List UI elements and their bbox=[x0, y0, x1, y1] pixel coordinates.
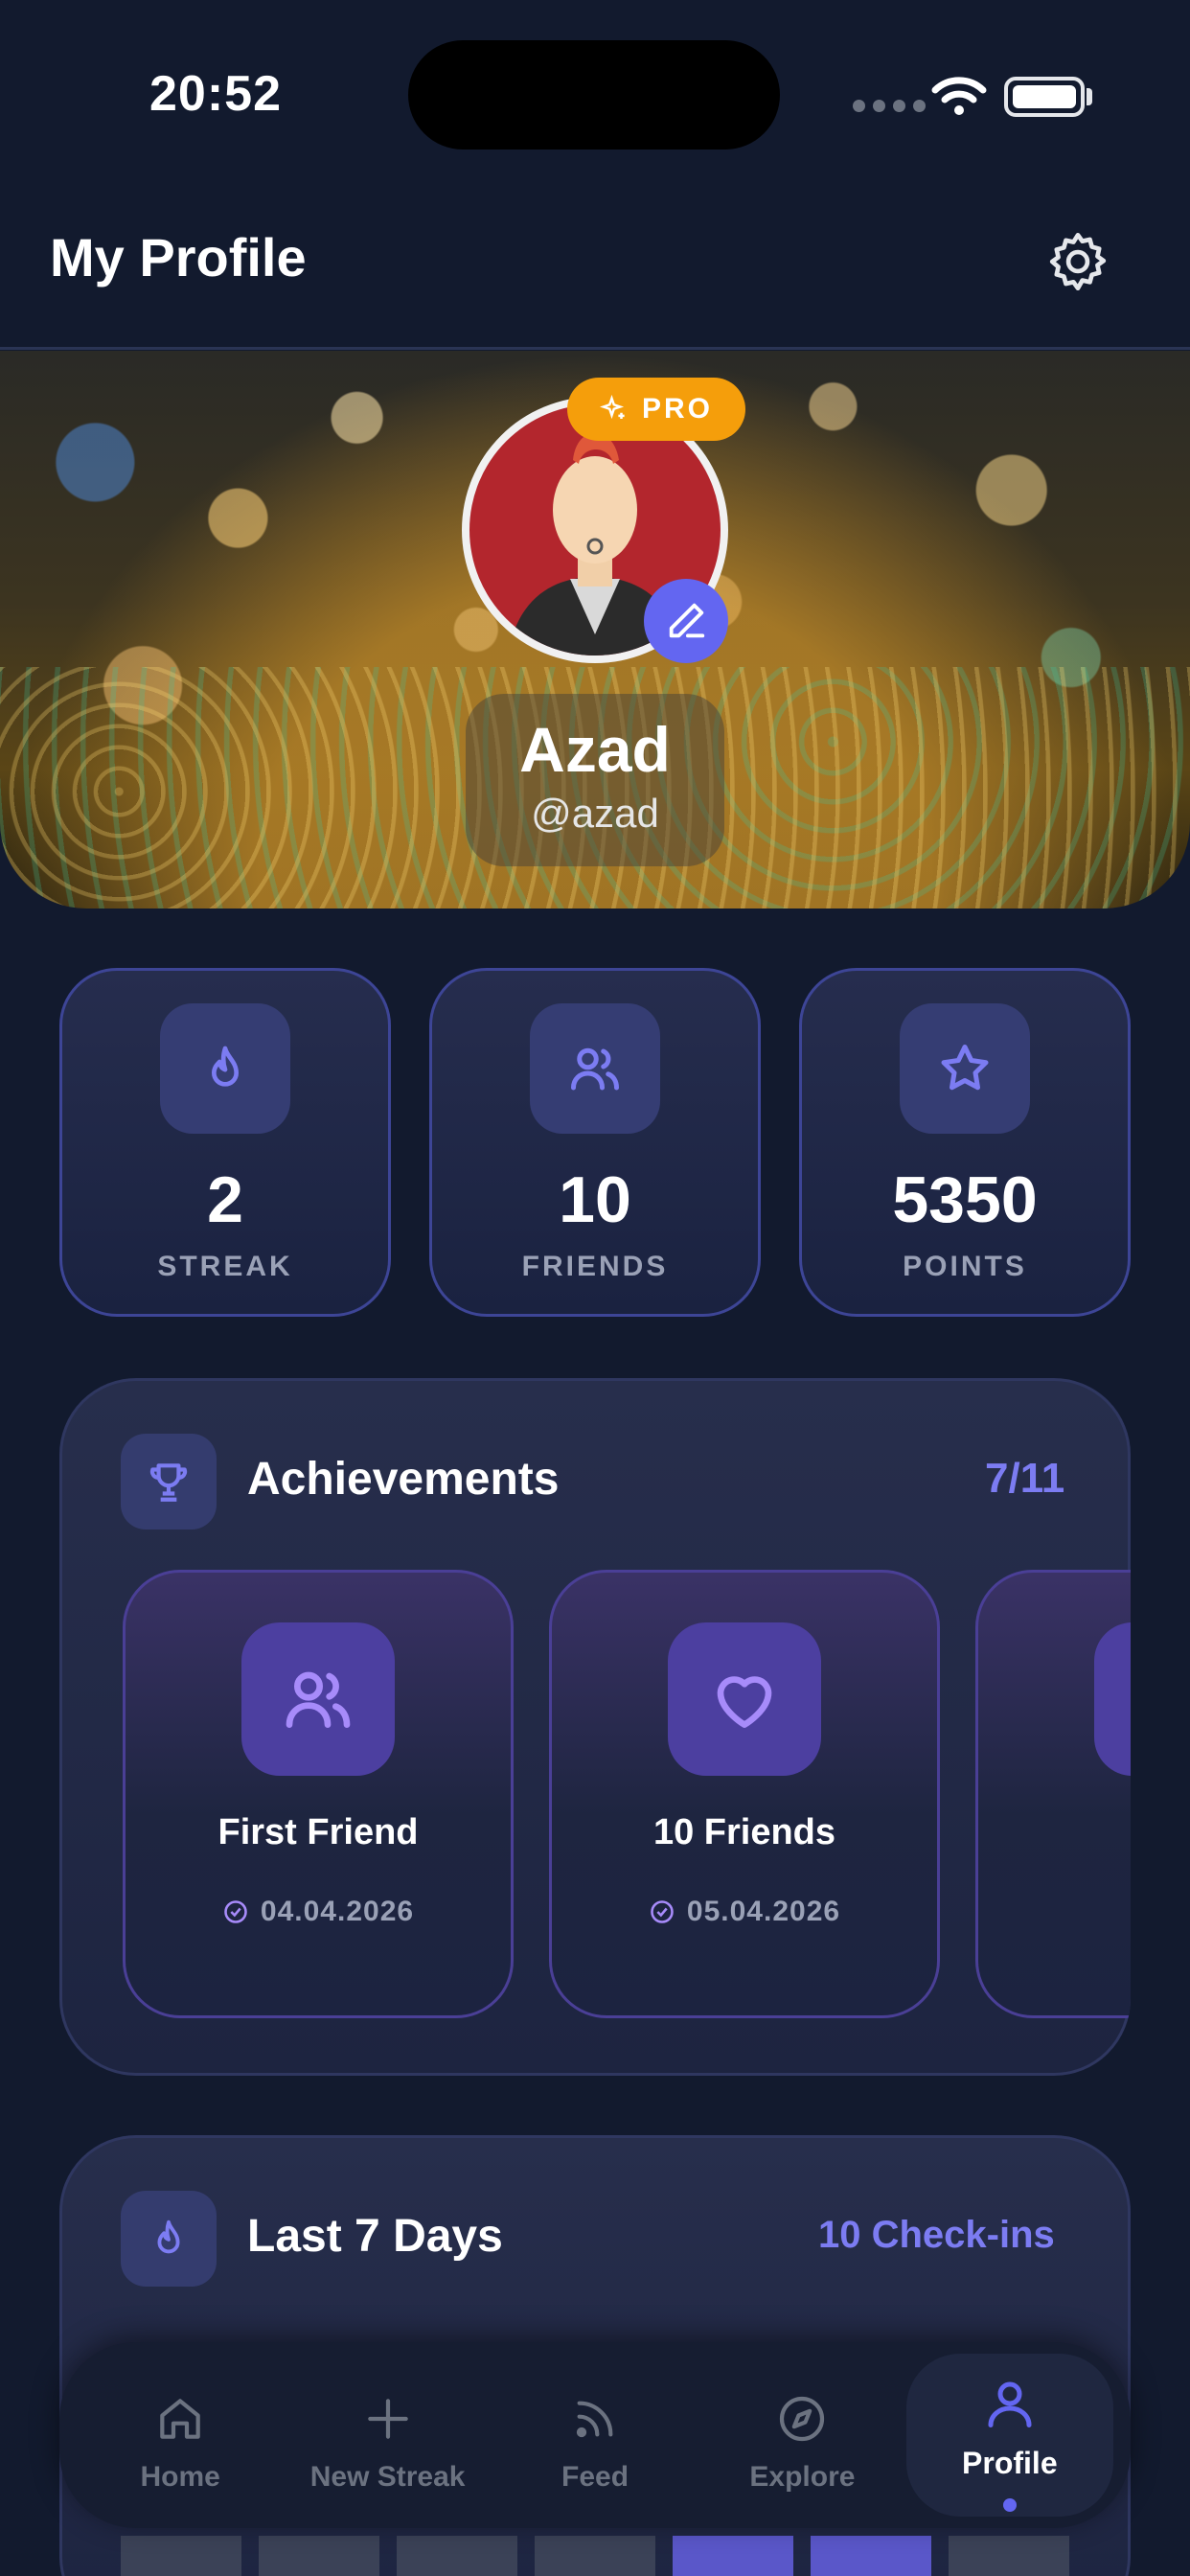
stat-value: 5350 bbox=[892, 1163, 1038, 1236]
profile-name: Azad bbox=[519, 714, 671, 785]
stat-card-points[interactable]: 5350 POINTS bbox=[799, 968, 1131, 1317]
battery-icon bbox=[1004, 77, 1085, 117]
tab-bar: Home New Streak Feed Explore Profile bbox=[59, 2342, 1131, 2528]
active-tab-indicator bbox=[1002, 2498, 1017, 2512]
tab-label: Profile bbox=[962, 2446, 1058, 2480]
day-bar bbox=[673, 2536, 793, 2576]
achievement-card[interactable]: 5 F 0 bbox=[975, 1570, 1131, 2018]
day-bar bbox=[121, 2536, 241, 2576]
heart-icon bbox=[668, 1622, 821, 1776]
day-bar bbox=[811, 2536, 931, 2576]
stat-value: 2 bbox=[207, 1163, 243, 1236]
stat-label: STREAK bbox=[157, 1251, 293, 1282]
dynamic-island bbox=[408, 40, 780, 150]
wifi-icon bbox=[931, 77, 987, 115]
achievement-card[interactable]: 10 Friends 05.04.2026 bbox=[549, 1570, 940, 2018]
header-divider bbox=[0, 347, 1190, 350]
tab-feed[interactable]: Feed bbox=[492, 2354, 698, 2517]
day-bar bbox=[949, 2536, 1069, 2576]
tab-explore[interactable]: Explore bbox=[698, 2354, 905, 2517]
stat-card-streak[interactable]: 2 STREAK bbox=[59, 968, 391, 1317]
pro-badge: PRO bbox=[567, 378, 745, 441]
pencil-icon bbox=[669, 603, 705, 638]
compass-icon bbox=[780, 2396, 825, 2442]
plus-icon bbox=[367, 2399, 408, 2439]
profile-name-card: Azad @azad bbox=[466, 694, 724, 866]
stat-card-friends[interactable]: 10 FRIENDS bbox=[429, 968, 761, 1317]
day-bar bbox=[535, 2536, 655, 2576]
pro-badge-label: PRO bbox=[641, 393, 713, 425]
achievement-date-row: 0 bbox=[978, 1896, 1131, 1928]
achievement-date: 05.04.2026 bbox=[686, 1896, 841, 1927]
user-icon bbox=[988, 2381, 1032, 2427]
achievement-title: 5 F bbox=[978, 1812, 1131, 1853]
users-icon bbox=[241, 1622, 395, 1776]
achievement-title: 10 Friends bbox=[652, 1812, 836, 1852]
achievements-carousel[interactable]: First Friend 04.04.2026 10 Friends 05.04… bbox=[59, 1378, 1131, 2076]
tab-home[interactable]: Home bbox=[77, 2354, 284, 2517]
tab-label: Explore bbox=[749, 2461, 856, 2493]
checkins-count[interactable]: 10 Check-ins bbox=[818, 2214, 1055, 2257]
tab-label: Home bbox=[140, 2461, 220, 2493]
rss-icon bbox=[576, 2401, 613, 2438]
users-icon bbox=[530, 1003, 660, 1134]
profile-handle: @azad bbox=[531, 790, 659, 836]
flame-icon bbox=[121, 2191, 217, 2287]
check-circle-icon bbox=[224, 1900, 247, 1923]
stat-label: FRIENDS bbox=[521, 1251, 669, 1282]
badge-icon bbox=[1094, 1622, 1131, 1776]
achievement-title: First Friend bbox=[217, 1812, 419, 1852]
home-icon bbox=[160, 2399, 200, 2439]
achievement-date: 04.04.2026 bbox=[260, 1896, 415, 1927]
flame-icon bbox=[160, 1003, 290, 1134]
tab-label: New Streak bbox=[309, 2461, 466, 2493]
edit-avatar-button[interactable] bbox=[644, 579, 728, 663]
achievement-card[interactable]: First Friend 04.04.2026 bbox=[123, 1570, 514, 2018]
tab-new-streak[interactable]: New Streak bbox=[284, 2354, 491, 2517]
day-bar bbox=[259, 2536, 379, 2576]
achievement-date-row: 05.04.2026 bbox=[552, 1896, 937, 1928]
day-bar bbox=[397, 2536, 517, 2576]
settings-gear-icon[interactable] bbox=[1044, 228, 1111, 295]
star-icon bbox=[900, 1003, 1030, 1134]
sparkles-icon bbox=[599, 395, 625, 420]
check-circle-icon bbox=[651, 1900, 674, 1923]
stat-label: POINTS bbox=[903, 1251, 1027, 1282]
achievement-date-row: 04.04.2026 bbox=[126, 1896, 511, 1928]
stat-value: 10 bbox=[559, 1163, 631, 1236]
cellular-signal-icon bbox=[853, 100, 926, 112]
status-time: 20:52 bbox=[149, 66, 282, 122]
tab-label: Feed bbox=[561, 2461, 629, 2493]
battery-tip bbox=[1087, 88, 1092, 105]
last-7-days-title: Last 7 Days bbox=[247, 2211, 503, 2262]
tab-profile[interactable]: Profile bbox=[905, 2354, 1114, 2517]
page-title: My Profile bbox=[50, 227, 307, 288]
